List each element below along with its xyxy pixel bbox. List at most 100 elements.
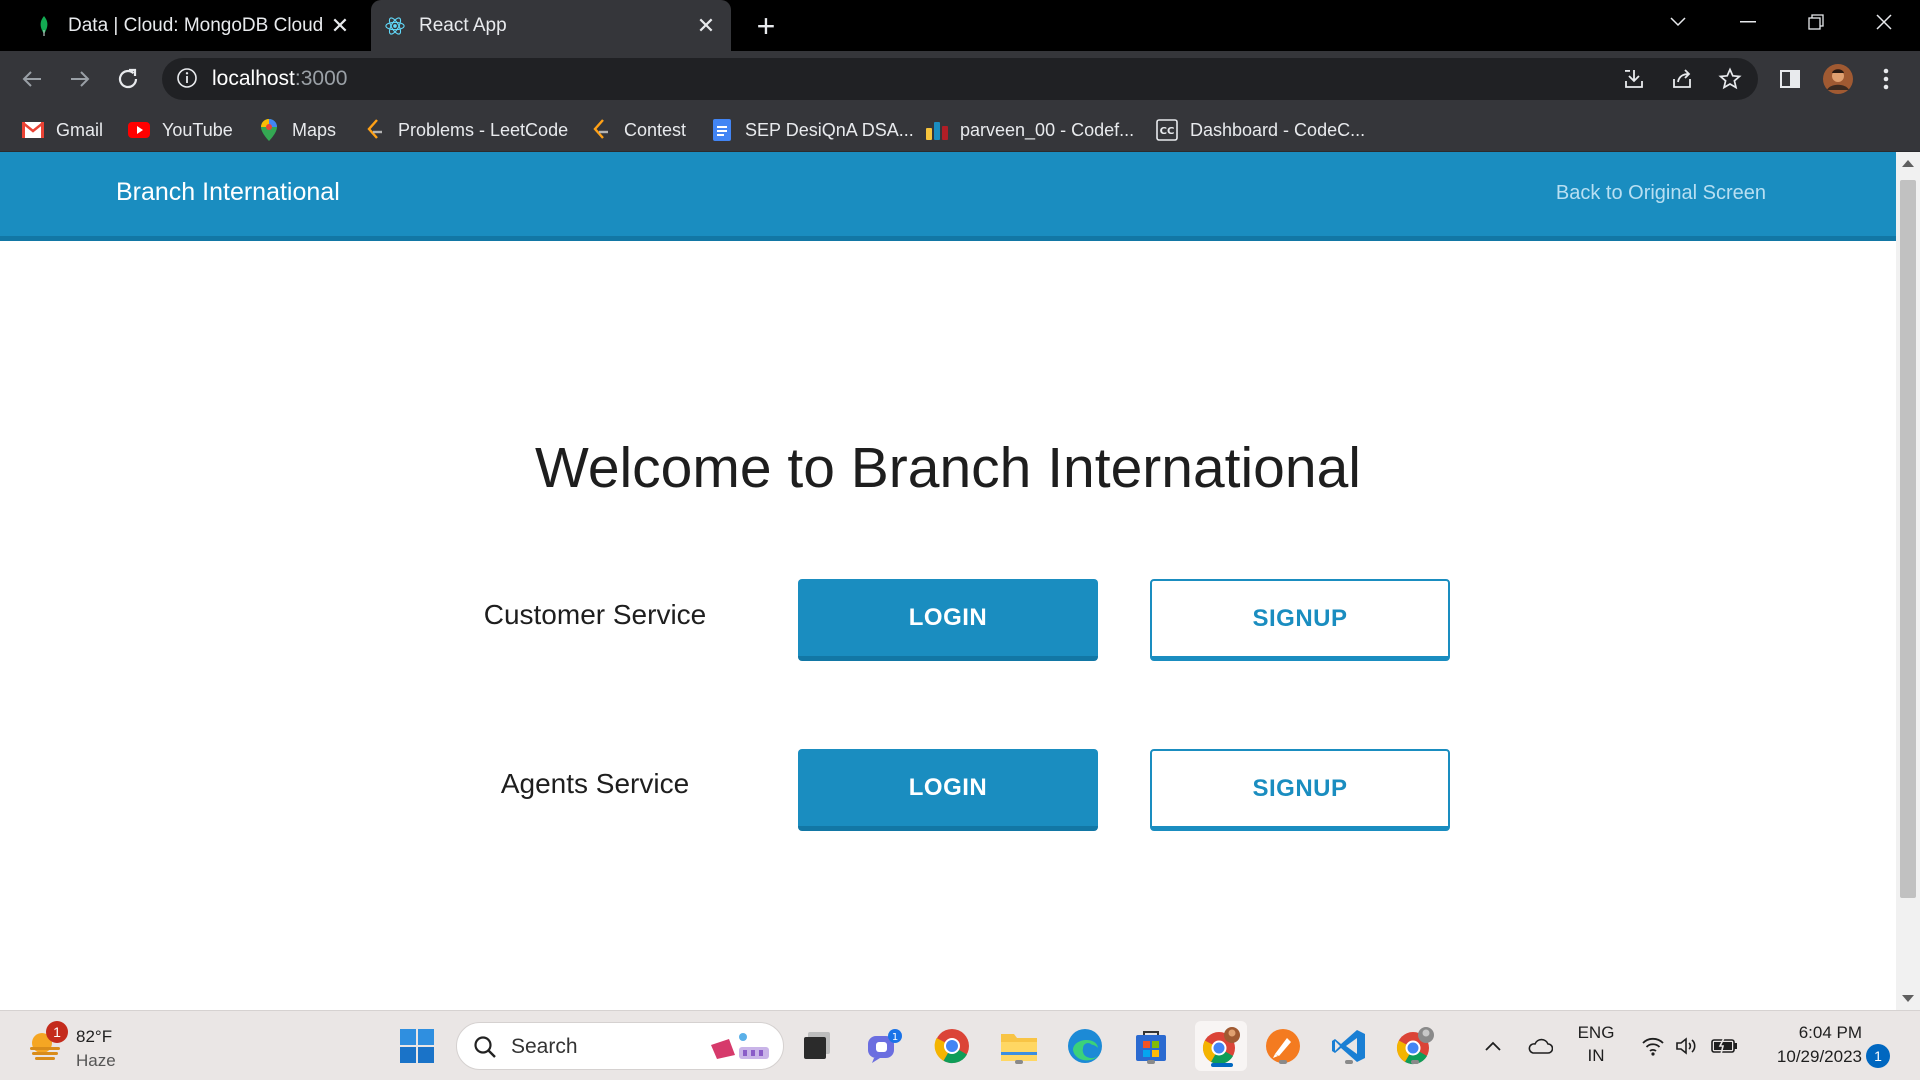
bookmark-star-icon[interactable] bbox=[1714, 63, 1746, 95]
language-indicator[interactable]: ENG IN bbox=[1574, 1021, 1618, 1067]
search-highlight-icon bbox=[707, 1029, 773, 1063]
weather-badge: 1 bbox=[46, 1021, 68, 1043]
taskbar-search[interactable]: Search bbox=[456, 1022, 784, 1070]
region-code: IN bbox=[1587, 1046, 1605, 1065]
brand-title[interactable]: Branch International bbox=[116, 178, 340, 207]
agents-signup-button[interactable]: SIGNUP bbox=[1150, 749, 1450, 831]
address-bar[interactable]: localhost:3000 bbox=[162, 58, 1758, 100]
tab-react-app[interactable]: React App ✕ bbox=[371, 0, 731, 51]
wifi-icon[interactable] bbox=[1638, 1021, 1668, 1071]
battery-charging-icon[interactable] bbox=[1708, 1021, 1742, 1071]
scroll-up-arrow-icon[interactable] bbox=[1902, 160, 1914, 167]
reload-icon[interactable] bbox=[108, 59, 148, 99]
page-title: Welcome to Branch International bbox=[535, 436, 1361, 500]
edge-icon[interactable] bbox=[1063, 1024, 1107, 1068]
bookmark-label: Dashboard - CodeC... bbox=[1190, 119, 1366, 140]
scroll-down-arrow-icon[interactable] bbox=[1902, 995, 1914, 1002]
site-info-icon[interactable] bbox=[176, 67, 198, 94]
restore-icon[interactable] bbox=[1786, 0, 1846, 44]
notification-badge[interactable]: 1 bbox=[1866, 1044, 1890, 1068]
onedrive-cloud-icon[interactable] bbox=[1522, 1021, 1558, 1071]
bookmark-label: Problems - LeetCode bbox=[398, 119, 569, 140]
running-indicator bbox=[1279, 1060, 1287, 1064]
task-view-icon[interactable] bbox=[795, 1024, 839, 1068]
more-menu-icon[interactable] bbox=[1870, 63, 1902, 95]
volume-icon[interactable] bbox=[1672, 1021, 1702, 1071]
clock-time: 6:04 PM bbox=[1798, 1023, 1862, 1042]
teams-badge: 1 bbox=[892, 1032, 898, 1043]
bookmark-codeforces[interactable]: parveen_00 - Codef... bbox=[926, 116, 1134, 144]
teams-chat-icon[interactable]: 1 bbox=[862, 1024, 906, 1068]
customer-signup-button[interactable]: SIGNUP bbox=[1150, 579, 1450, 661]
chrome-second-profile-icon[interactable] bbox=[1393, 1024, 1437, 1068]
bookmark-gmail[interactable]: Gmail bbox=[22, 116, 103, 144]
tab-search-chevron-icon[interactable] bbox=[1648, 0, 1708, 44]
system-clock[interactable]: 6:04 PM 10/29/2023 bbox=[1752, 1021, 1862, 1069]
side-panel-icon[interactable] bbox=[1774, 63, 1806, 95]
customer-service-label: Customer Service bbox=[483, 599, 707, 630]
start-windows-icon[interactable] bbox=[395, 1024, 439, 1068]
svg-text:CC: CC bbox=[1160, 126, 1175, 137]
url-port: :3000 bbox=[294, 67, 348, 90]
tab-title: Data | Cloud: MongoDB Cloud bbox=[68, 14, 324, 36]
close-window-icon[interactable] bbox=[1854, 0, 1914, 44]
bookmark-label: YouTube bbox=[162, 119, 233, 140]
scrollbar-thumb[interactable] bbox=[1900, 180, 1916, 898]
new-tab-button[interactable]: + bbox=[748, 8, 784, 44]
bookmark-youtube[interactable]: YouTube bbox=[128, 116, 233, 144]
share-icon[interactable] bbox=[1666, 63, 1698, 95]
install-app-icon[interactable] bbox=[1618, 63, 1650, 95]
back-to-original-link[interactable]: Back to Original Screen bbox=[1556, 182, 1766, 205]
app-navbar: Branch International Back to Original Sc… bbox=[0, 152, 1896, 241]
customer-login-button[interactable]: LOGIN bbox=[798, 579, 1098, 661]
bookmark-codechef[interactable]: CC Dashboard - CodeC... bbox=[1156, 116, 1365, 144]
show-hidden-icons-chevron-icon[interactable] bbox=[1478, 1021, 1508, 1071]
url-text: localhost:3000 bbox=[212, 67, 347, 91]
gmail-icon bbox=[22, 119, 44, 141]
windows-taskbar: 1 82°F Haze Search 1 ENG IN 6:04 PM 10/2… bbox=[0, 1010, 1920, 1080]
leetcode-icon bbox=[590, 119, 612, 141]
agents-login-button[interactable]: LOGIN bbox=[798, 749, 1098, 831]
browser-tab-strip: Data | Cloud: MongoDB Cloud ✕ React App … bbox=[0, 0, 1920, 51]
mongodb-leaf-icon bbox=[34, 15, 54, 36]
profile-avatar[interactable] bbox=[1822, 63, 1854, 95]
bookmark-label: Maps bbox=[292, 119, 337, 140]
running-indicator bbox=[1411, 1060, 1419, 1064]
agents-service-label: Agents Service bbox=[500, 768, 690, 799]
bookmark-label: Contest bbox=[624, 119, 687, 140]
weather-temp: 82°F bbox=[76, 1027, 113, 1046]
browser-toolbar: localhost:3000 bbox=[0, 51, 1920, 107]
bookmark-label: parveen_00 - Codef... bbox=[960, 119, 1135, 140]
tab-mongodb[interactable]: Data | Cloud: MongoDB Cloud ✕ bbox=[20, 0, 365, 51]
clock-date: 10/29/2023 bbox=[1776, 1047, 1862, 1066]
codechef-icon: CC bbox=[1156, 119, 1178, 141]
web-page: Branch International Back to Original Sc… bbox=[0, 152, 1896, 1010]
search-icon bbox=[473, 1035, 497, 1064]
back-arrow-icon[interactable] bbox=[12, 59, 52, 99]
weather-condition: Haze bbox=[76, 1051, 116, 1070]
react-atom-icon bbox=[385, 16, 405, 36]
bookmark-maps[interactable]: Maps bbox=[258, 116, 336, 144]
minimize-icon[interactable] bbox=[1718, 0, 1778, 44]
bookmark-contest[interactable]: Contest bbox=[590, 116, 686, 144]
bookmark-sep-desiqna[interactable]: SEP DesiQnA DSA... bbox=[711, 116, 914, 144]
leetcode-icon bbox=[364, 119, 386, 141]
chrome-profile-active-icon[interactable] bbox=[1195, 1021, 1247, 1071]
running-indicator bbox=[1345, 1060, 1353, 1064]
vscode-icon[interactable] bbox=[1327, 1024, 1371, 1068]
weather-widget[interactable]: 1 82°F Haze bbox=[28, 1021, 128, 1071]
running-indicator bbox=[1015, 1060, 1023, 1064]
running-indicator bbox=[1147, 1060, 1155, 1064]
file-explorer-icon[interactable] bbox=[997, 1024, 1041, 1068]
page-scrollbar[interactable] bbox=[1896, 152, 1920, 1010]
bookmark-label: Gmail bbox=[56, 119, 104, 140]
paint-app-icon[interactable] bbox=[1261, 1024, 1305, 1068]
forward-arrow-icon[interactable] bbox=[60, 59, 100, 99]
search-placeholder: Search bbox=[511, 1035, 578, 1058]
close-tab-icon[interactable]: ✕ bbox=[325, 11, 355, 41]
chrome-icon[interactable] bbox=[930, 1024, 974, 1068]
bookmark-leetcode-problems[interactable]: Problems - LeetCode bbox=[364, 116, 568, 144]
close-tab-icon[interactable]: ✕ bbox=[691, 11, 721, 41]
url-host: localhost bbox=[212, 67, 295, 90]
microsoft-store-icon[interactable] bbox=[1129, 1024, 1173, 1068]
